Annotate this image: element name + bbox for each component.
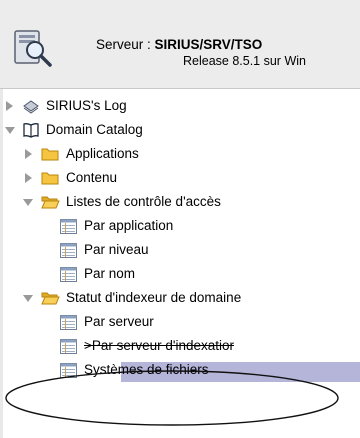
tree-item-label: SIRIUS's Log — [46, 98, 127, 113]
tree-item-label: Listes de contrôle d'accès — [66, 194, 221, 209]
tree-item-label: Systèmes de fichiers — [84, 362, 209, 377]
view-icon — [60, 267, 77, 282]
server-label: Serveur : SIRIUS/SRV/TSO — [96, 37, 263, 52]
server-name: SIRIUS/SRV/TSO — [154, 37, 263, 52]
view-icon — [60, 339, 77, 354]
tree-item-label: >Par serveur d'indexatior — [84, 338, 235, 353]
view-icon — [60, 363, 77, 378]
view-icon — [60, 315, 77, 330]
twisty-collapsed-icon[interactable] — [22, 172, 34, 184]
view-icon — [60, 243, 77, 258]
folder-icon — [41, 148, 59, 161]
tree-item-label: Contenu — [66, 170, 118, 185]
twisty-expanded-icon[interactable] — [22, 196, 34, 208]
tree-item-label: Statut d'indexeur de domaine — [66, 290, 242, 305]
twisty-expanded-icon[interactable] — [22, 292, 34, 304]
twisty-collapsed-icon[interactable] — [3, 100, 15, 112]
tree-item-label: Applications — [66, 146, 139, 161]
tree-item-label: Par application — [84, 218, 174, 233]
twisty-collapsed-icon[interactable] — [22, 148, 34, 160]
release-label: Release 8.5.1 sur Win — [183, 54, 306, 68]
server-search-icon — [14, 30, 52, 67]
tree-item-label: Par nom — [84, 266, 136, 281]
tree-item-label: Domain Catalog — [46, 122, 143, 137]
tree-item-label: Par niveau — [84, 242, 149, 257]
server-header: Serveur : SIRIUS/SRV/TSO Release 8.5.1 s… — [0, 0, 360, 89]
view-icon — [60, 219, 77, 234]
folder-icon — [41, 172, 59, 185]
folder-open-icon — [41, 196, 60, 209]
tree-item-label: Par serveur — [84, 314, 154, 329]
log-icon — [23, 100, 39, 114]
twisty-expanded-icon[interactable] — [4, 124, 16, 136]
folder-open-icon — [41, 292, 60, 305]
book-icon — [23, 123, 39, 138]
